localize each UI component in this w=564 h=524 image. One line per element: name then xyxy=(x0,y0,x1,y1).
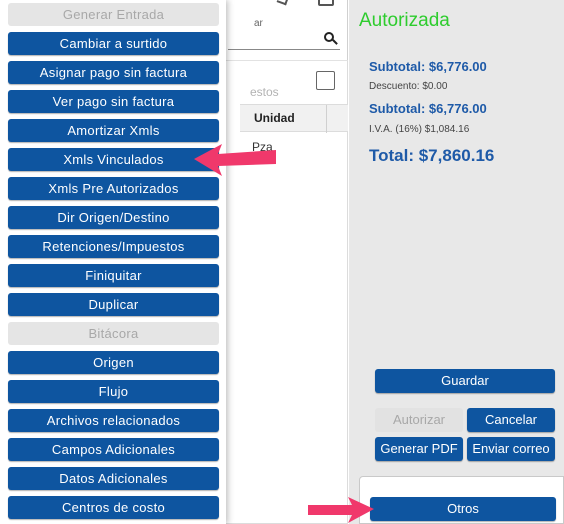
subtotal-after-discount: Subtotal: $6,776.00 xyxy=(369,101,487,116)
arrow-icon xyxy=(194,144,276,176)
otros-dropdown-menu: Generar Entrada Cambiar a surtido Asigna… xyxy=(0,0,226,524)
menu-item-cambiar-a-surtido[interactable]: Cambiar a surtido xyxy=(8,32,219,55)
col-header-unidad[interactable]: Unidad xyxy=(254,111,295,125)
grid-header-row: Unidad xyxy=(240,104,348,133)
menu-item-ver-pago-sin-factura[interactable]: Ver pago sin factura xyxy=(8,90,219,113)
menu-item-campos-adicionales[interactable]: Campos Adicionales xyxy=(8,438,219,461)
menu-item-xmls-vinculados[interactable]: Xmls Vinculados xyxy=(8,148,219,171)
menu-item-dir-origen-destino[interactable]: Dir Origen/Destino xyxy=(8,206,219,229)
order-status: Autorizada xyxy=(359,10,450,31)
search-input[interactable]: ar xyxy=(228,18,340,50)
menu-item-origen[interactable]: Origen xyxy=(8,351,219,374)
guardar-button[interactable]: Guardar xyxy=(375,369,555,393)
otros-card: Otros xyxy=(359,476,564,524)
menu-item-asignar-pago-sin-factura[interactable]: Asignar pago sin factura xyxy=(8,61,219,84)
order-total: Total: $7,860.16 xyxy=(369,146,495,165)
menu-item-bitacora: Bitácora xyxy=(8,322,219,345)
search-icon[interactable] xyxy=(324,32,334,42)
discount-value: Descuento: $0.00 xyxy=(369,81,448,92)
search-label: ar xyxy=(254,18,263,29)
cancelar-button[interactable]: Cancelar xyxy=(467,408,555,432)
menu-item-centros-de-costo[interactable]: Centros de costo xyxy=(8,496,219,519)
autorizar-button: Autorizar xyxy=(375,408,463,432)
window-icon[interactable] xyxy=(318,0,334,6)
enviar-correo-button[interactable]: Enviar correo xyxy=(467,437,555,461)
order-summary-panel: Autorizada Subtotal: $6,776.00 Descuento… xyxy=(349,0,564,524)
arrow-icon xyxy=(308,497,374,523)
iva-value: I.V.A. (16%) $1,084.16 xyxy=(369,124,470,135)
menu-item-duplicar[interactable]: Duplicar xyxy=(8,293,219,316)
col-separator xyxy=(326,105,327,133)
menu-item-xmls-pre-autorizados[interactable]: Xmls Pre Autorizados xyxy=(8,177,219,200)
otros-button[interactable]: Otros xyxy=(370,497,556,521)
select-all-checkbox[interactable] xyxy=(316,71,335,90)
subtotal-before-discount: Subtotal: $6,776.00 xyxy=(369,59,487,74)
menu-item-archivos-relacionados[interactable]: Archivos relacionados xyxy=(8,409,219,432)
app-root: ar estos Unidad Pza Generar Entrada Camb… xyxy=(0,0,564,524)
menu-item-amortizar-xmls[interactable]: Amortizar Xmls xyxy=(8,119,219,142)
grid-ghost-text: estos xyxy=(250,85,279,99)
menu-item-flujo[interactable]: Flujo xyxy=(8,380,219,403)
menu-item-finiquitar[interactable]: Finiquitar xyxy=(8,264,219,287)
menu-item-retenciones-impuestos[interactable]: Retenciones/Impuestos xyxy=(8,235,219,258)
menu-item-datos-adicionales[interactable]: Datos Adicionales xyxy=(8,467,219,490)
menu-item-generar-entrada: Generar Entrada xyxy=(8,3,219,26)
generar-pdf-button[interactable]: Generar PDF xyxy=(375,437,463,461)
